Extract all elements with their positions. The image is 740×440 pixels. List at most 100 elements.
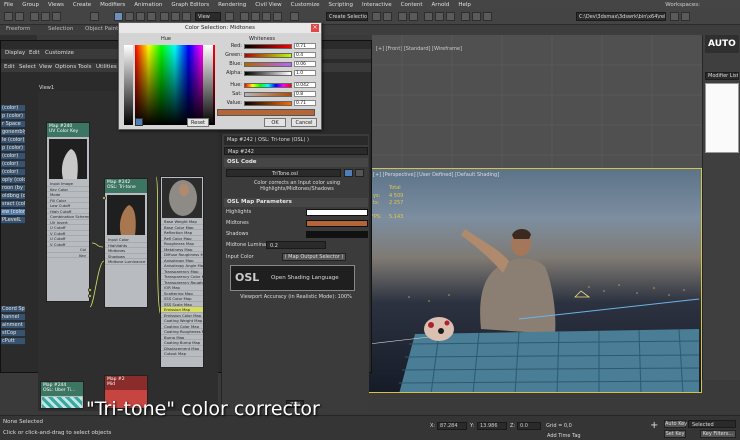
ok-button[interactable]: OK [264, 118, 286, 127]
node-header[interactable]: Map #240 UV Color Key [47, 123, 89, 137]
menu-graph-editors[interactable]: Graph Editors [171, 2, 209, 8]
unlink-icon[interactable] [41, 12, 50, 21]
mirror-icon[interactable] [372, 12, 381, 21]
reload-osl-icon[interactable] [355, 169, 364, 177]
slate-tab-customize[interactable]: Customize [45, 50, 74, 56]
close-icon[interactable]: × [311, 24, 319, 32]
node-header[interactable]: Map #244 OSL: Uber Ti... [41, 382, 83, 396]
menu-scripting[interactable]: Scripting [329, 2, 353, 8]
dialog-title[interactable]: Color Selection: Midtones [119, 23, 321, 33]
browser-item[interactable]: r Space [1, 121, 25, 128]
perspective-viewport[interactable]: [+] [Perspective] [User Defined] [Defaul… [368, 168, 702, 393]
browser-item[interactable]: p (color) [1, 113, 25, 120]
schematic-view-icon[interactable] [435, 12, 444, 21]
snap-toggle-icon[interactable] [240, 12, 249, 21]
modifier-list-dropdown[interactable]: Modifier List [705, 72, 739, 80]
slate-menu-view[interactable]: View [39, 64, 52, 70]
rectangular-selection-icon[interactable] [136, 12, 145, 21]
slate-menu-utilities[interactable]: Utilities [96, 64, 117, 70]
browser-item[interactable]: oldbng (color) [1, 193, 25, 200]
window-crossing-icon[interactable] [147, 12, 156, 21]
rotate-icon[interactable] [171, 12, 180, 21]
shadows-color-swatch[interactable] [306, 231, 368, 238]
slate-menu-tools[interactable]: Tools [78, 64, 92, 70]
browser-item[interactable]: oply (color) [1, 177, 25, 184]
input-port[interactable] [102, 196, 106, 200]
node-tri-tone[interactable]: Map #242 OSL: Tri-tone Input Color Highl… [102, 178, 148, 308]
select-by-name-icon[interactable] [125, 12, 134, 21]
material-editor-icon[interactable] [446, 12, 455, 21]
add-time-tag[interactable]: Add Time Tag [547, 433, 581, 439]
cancel-button[interactable]: Cancel [291, 118, 317, 127]
slate-menu-edit[interactable]: Edit [4, 64, 15, 70]
browser-item[interactable]: PLevelL [1, 217, 25, 224]
red-value[interactable]: 0.71 [294, 43, 316, 49]
move-icon[interactable] [160, 12, 169, 21]
z-coordinate[interactable]: 0.0 [517, 422, 541, 430]
node-physical-material[interactable]: Base Weight Map Base Color Map Reflectio… [160, 176, 204, 368]
output-port[interactable] [88, 288, 92, 292]
menu-group[interactable]: Group [22, 2, 39, 8]
browser-item[interactable]: cPutt [1, 338, 25, 345]
alpha-value[interactable]: 1.0 [294, 70, 316, 76]
menu-civil-view[interactable]: Civil View [255, 2, 281, 8]
bind-space-warp-icon[interactable] [52, 12, 61, 21]
red-slider[interactable] [244, 44, 292, 49]
browser-item[interactable]: sract (color) [1, 201, 25, 208]
open-osl-file-icon[interactable] [344, 169, 353, 177]
browser-item[interactable]: (color) [1, 169, 25, 176]
project-folder-path[interactable]: C:\Dev\3dsmax\3dswrk\bin\x64\release [576, 12, 666, 21]
browser-item[interactable]: (color) [1, 161, 25, 168]
spinner-snap-icon[interactable] [273, 12, 282, 21]
key-selection-dropdown[interactable]: Selected [688, 420, 736, 428]
menu-create[interactable]: Create [73, 2, 91, 8]
menu-modifiers[interactable]: Modifiers [100, 2, 125, 8]
midtones-color-swatch[interactable] [306, 220, 368, 227]
node-header[interactable]: Map #2 Mid [105, 376, 147, 390]
align-icon[interactable] [383, 12, 392, 21]
scale-icon[interactable] [182, 12, 191, 21]
blue-slider[interactable] [244, 62, 292, 67]
undo-icon[interactable] [4, 12, 13, 21]
node-input[interactable]: Cutout Map [161, 351, 203, 357]
menu-arnold[interactable]: Arnold [432, 2, 450, 8]
color-selector-dialog[interactable]: Color Selection: Midtones × Hue Whitenes… [118, 22, 322, 130]
blackness-strip[interactable] [124, 45, 133, 125]
pivot-center-icon[interactable] [225, 12, 234, 21]
browser-item[interactable]: stCop [1, 330, 25, 337]
set-key-button[interactable]: Set Key [664, 430, 686, 438]
menu-customize[interactable]: Customize [291, 2, 320, 8]
osl-map-params-rollout[interactable]: OSL Map Parameters [224, 198, 368, 207]
menu-interactive[interactable]: Interactive [362, 2, 392, 8]
open-folder-icon[interactable] [681, 12, 690, 21]
browser-item[interactable]: Coord Sp [1, 306, 25, 313]
sat-value[interactable]: 0.8 [294, 91, 316, 97]
sat-slider[interactable] [244, 92, 292, 97]
highlights-color-swatch[interactable] [306, 209, 368, 216]
menu-content[interactable]: Content [401, 2, 423, 8]
y-coordinate[interactable]: 13.986 [477, 422, 507, 430]
hue-slider[interactable] [244, 83, 292, 88]
browser-item-selected[interactable]: ew (color) [1, 209, 25, 216]
menu-file[interactable]: File [4, 2, 13, 8]
menu-views[interactable]: Views [48, 2, 64, 8]
layer-explorer-icon[interactable] [398, 12, 407, 21]
slate-menu-options[interactable]: Options [55, 64, 76, 70]
render-production-icon[interactable] [483, 12, 492, 21]
redo-icon[interactable] [15, 12, 24, 21]
green-slider[interactable] [244, 53, 292, 58]
value-value[interactable]: 0.71 [294, 100, 316, 106]
auto-key-button[interactable]: Auto Key [664, 420, 687, 428]
edit-named-selection-icon[interactable] [290, 12, 299, 21]
set-project-folder-icon[interactable] [670, 12, 679, 21]
rendered-frame-window-icon[interactable] [472, 12, 481, 21]
tab-selection[interactable]: Selection [48, 26, 73, 32]
set-key-plus-icon[interactable]: + [650, 421, 660, 431]
whiteness-strip[interactable] [203, 45, 213, 125]
reset-button[interactable]: Reset [187, 118, 209, 127]
slate-tab-display[interactable]: Display [5, 50, 25, 56]
midtone-luminance-input[interactable]: 0.2 [266, 241, 326, 249]
workspaces-label[interactable]: Workspaces: [665, 2, 700, 8]
node-header[interactable]: Map #242 OSL: Tri-tone [105, 179, 147, 193]
browser-item[interactable]: roon (by Se) [1, 185, 25, 192]
